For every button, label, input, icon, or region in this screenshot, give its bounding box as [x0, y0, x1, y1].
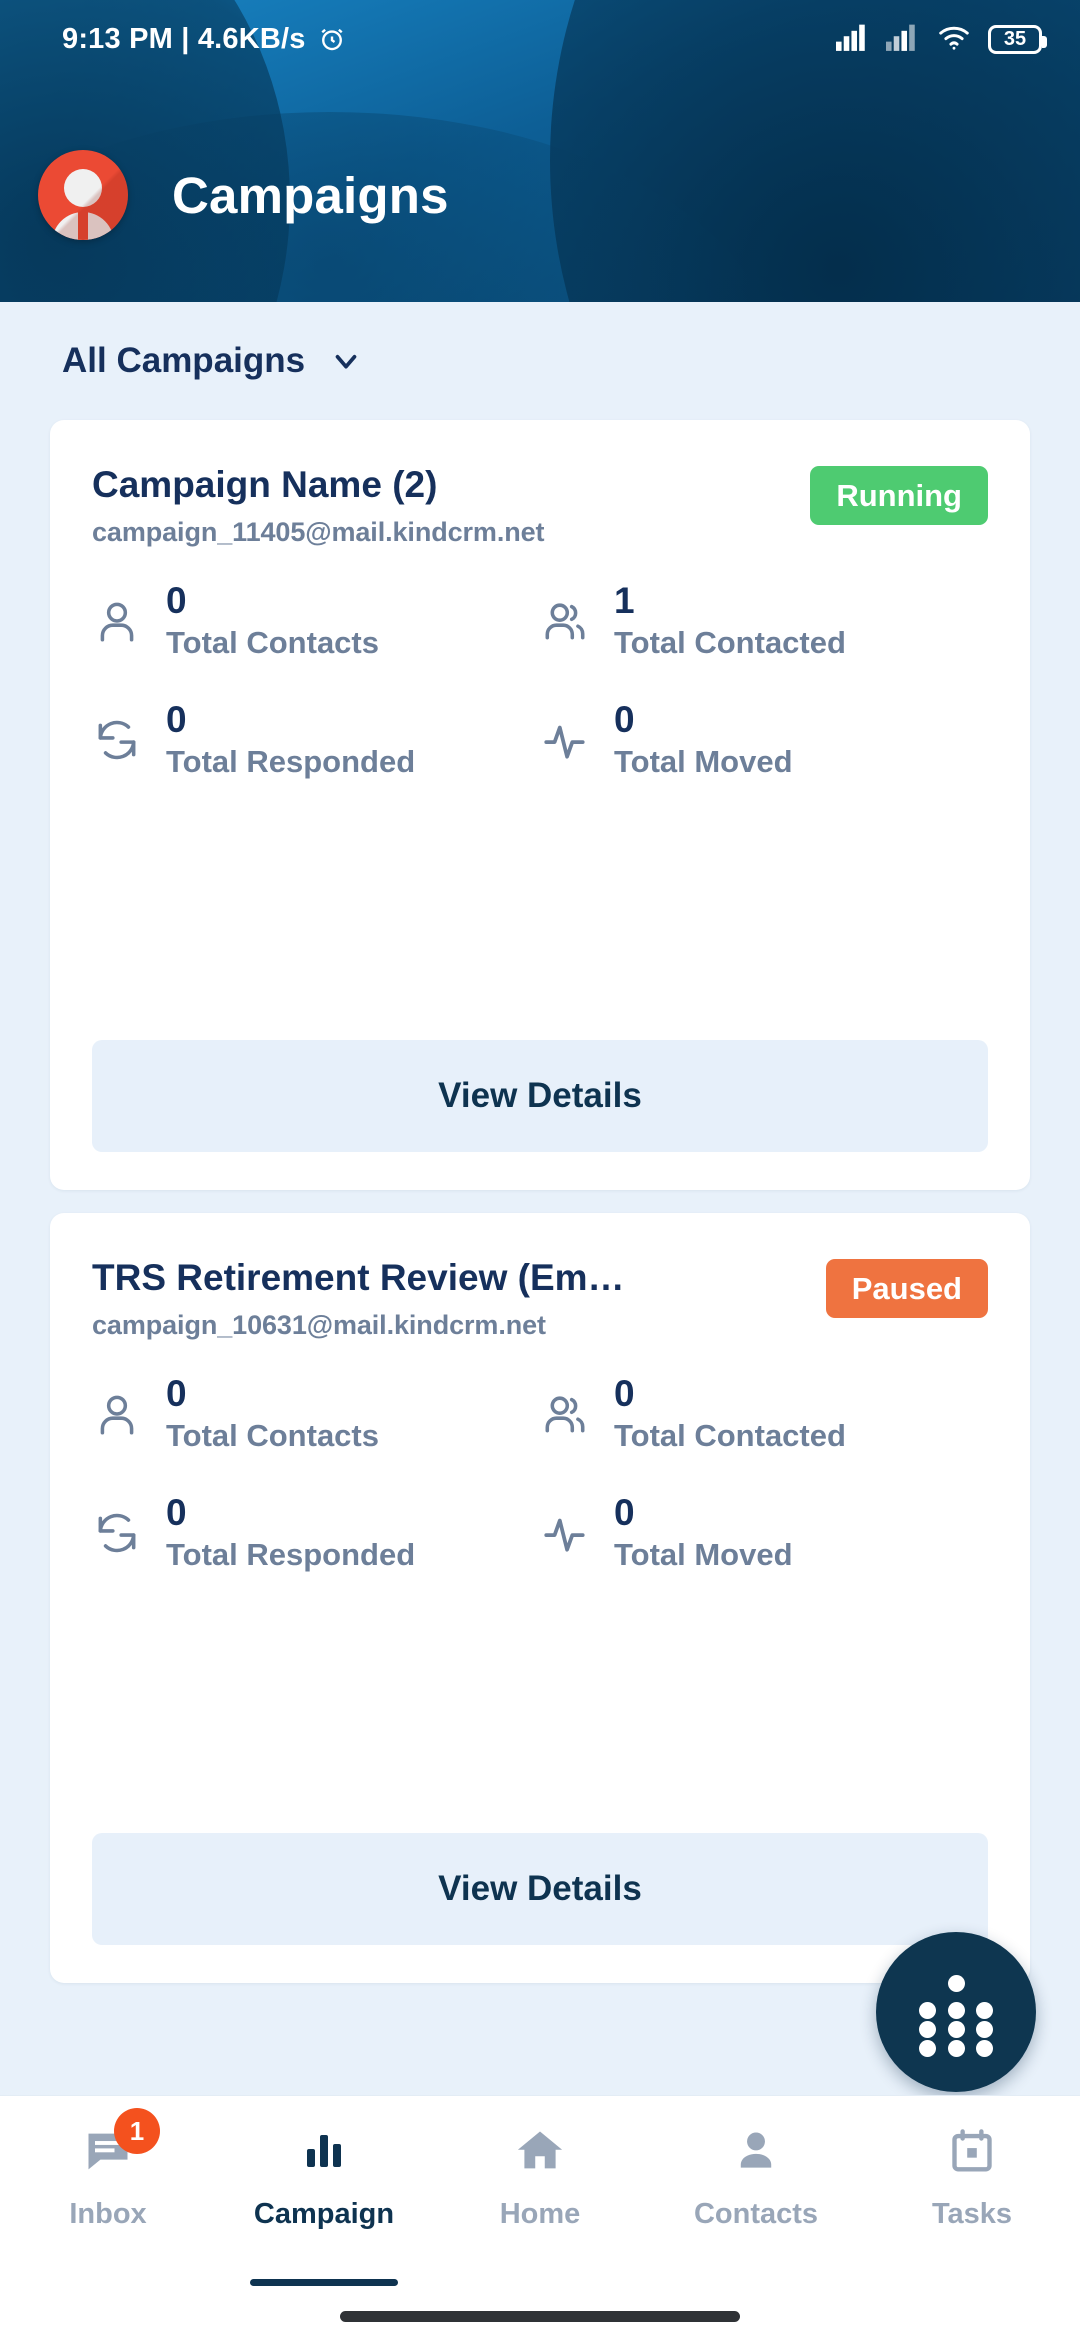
- user-avatar-icon[interactable]: [38, 150, 128, 240]
- campaign-name: Campaign Name (2): [92, 464, 438, 505]
- campaign-card-title-block: Campaign Name (2) campaign_11405@mail.ki…: [92, 464, 792, 548]
- campaign-filter-dropdown[interactable]: All Campaigns: [0, 302, 1080, 420]
- nav-item-tasks[interactable]: Tasks: [864, 2096, 1080, 2296]
- stat-total-responded: 0 Total Responded: [92, 699, 540, 780]
- wifi-icon: [936, 23, 972, 56]
- app-header: 9:13 PM | 4.6KB/s 35 Campaigns: [0, 0, 1080, 302]
- stat-label: Total Moved: [614, 744, 793, 780]
- person-icon: [731, 2122, 781, 2180]
- campaign-card-header: Campaign Name (2) campaign_11405@mail.ki…: [50, 420, 1030, 548]
- campaign-card-header: TRS Retirement Review (Em… campaign_1063…: [50, 1213, 1030, 1341]
- status-badge: Paused: [825, 1259, 988, 1318]
- status-bar-clock: 9:13 PM: [62, 22, 173, 55]
- stat-text-block: 0 Total Moved: [614, 1492, 793, 1573]
- stat-total-contacts: 0 Total Contacts: [92, 582, 540, 661]
- stat-total-moved: 0 Total Moved: [540, 699, 988, 780]
- refresh-icon: [92, 715, 150, 765]
- campaign-card[interactable]: Campaign Name (2) campaign_11405@mail.ki…: [50, 420, 1030, 1190]
- activity-icon: [540, 1508, 598, 1558]
- nav-active-indicator: [250, 2279, 398, 2286]
- stat-label: Total Contacts: [166, 1418, 379, 1454]
- nav-item-inbox[interactable]: 1 Inbox: [0, 2096, 216, 2296]
- campaign-email: campaign_10631@mail.kindcrm.net: [92, 1310, 546, 1341]
- status-bar-right: 35: [836, 23, 1047, 56]
- stat-total-responded: 0 Total Responded: [92, 1492, 540, 1573]
- avatar-shadow-overlay: [38, 150, 128, 240]
- stat-label: Total Contacted: [614, 1418, 846, 1454]
- nav-label-home: Home: [499, 2198, 581, 2230]
- nav-item-contacts[interactable]: Contacts: [648, 2096, 864, 2296]
- stat-text-block: 0 Total Moved: [614, 699, 793, 780]
- stat-text-block: 0 Total Contacted: [614, 1375, 846, 1454]
- stat-total-contacted: 0 Total Contacted: [540, 1375, 988, 1454]
- people-icon: [540, 1389, 598, 1439]
- stat-total-contacted: 1 Total Contacted: [540, 582, 988, 661]
- stat-value: 0: [614, 1373, 635, 1415]
- stat-value: 0: [166, 699, 187, 741]
- campaign-name: TRS Retirement Review (Em…: [92, 1257, 625, 1298]
- campaign-filter-label: All Campaigns: [62, 341, 306, 380]
- bar-chart-icon: [300, 2122, 348, 2180]
- stat-value: 0: [614, 699, 635, 741]
- stat-text-block: 0 Total Contacts: [166, 1375, 379, 1454]
- gesture-navigation-bar: [340, 2311, 740, 2322]
- status-bar-left: 9:13 PM | 4.6KB/s: [62, 23, 347, 56]
- battery-indicator: 35: [988, 24, 1047, 54]
- nav-item-campaign[interactable]: Campaign: [216, 2096, 432, 2296]
- people-icon: [540, 596, 598, 646]
- stat-value: 0: [166, 1373, 187, 1415]
- stat-text-block: 0 Total Contacts: [166, 582, 379, 661]
- home-icon: [514, 2122, 566, 2180]
- person-icon: [92, 596, 150, 646]
- alarm-clock-icon: [317, 24, 347, 54]
- activity-icon: [540, 715, 598, 765]
- chevron-down-icon[interactable]: [329, 344, 363, 378]
- view-details-button[interactable]: View Details: [92, 1833, 988, 1945]
- nav-item-home[interactable]: Home: [432, 2096, 648, 2296]
- calendar-icon: [947, 2122, 997, 2180]
- stat-label: Total Responded: [166, 744, 416, 780]
- stat-label: Total Contacts: [166, 625, 379, 661]
- cellular-signal-icon: [886, 23, 920, 56]
- campaign-card-title-block: TRS Retirement Review (Em… campaign_1063…: [92, 1257, 808, 1341]
- status-bar-network-speed: 4.6KB/s: [197, 22, 306, 55]
- nav-label-inbox: Inbox: [69, 2198, 147, 2230]
- page-title: Campaigns: [172, 166, 449, 224]
- bottom-navigation-bar: 1 Inbox Campaign Home Contacts Tasks: [0, 2095, 1080, 2340]
- stat-text-block: 0 Total Responded: [166, 1492, 416, 1573]
- campaign-stats-grid: 0 Total Contacts 0 Total Contacted 0 Tot…: [50, 1375, 1030, 1573]
- cellular-signal-icon: [836, 23, 870, 56]
- stat-value: 0: [166, 580, 187, 622]
- chat-message-icon: 1: [82, 2108, 160, 2180]
- stat-label: Total Moved: [614, 1537, 793, 1573]
- stat-total-contacts: 0 Total Contacts: [92, 1375, 540, 1454]
- campaign-stats-grid: 0 Total Contacts 1 Total Contacted 0 Tot…: [50, 582, 1030, 780]
- header-title-row: Campaigns: [0, 140, 1080, 250]
- stat-value: 1: [614, 580, 635, 622]
- stat-value: 0: [166, 1492, 187, 1534]
- stat-total-moved: 0 Total Moved: [540, 1492, 988, 1573]
- nav-label-tasks: Tasks: [931, 2198, 1013, 2230]
- stat-text-block: 1 Total Contacted: [614, 582, 846, 661]
- nav-label-campaign: Campaign: [253, 2198, 395, 2230]
- status-bar: 9:13 PM | 4.6KB/s 35: [0, 0, 1080, 78]
- refresh-icon: [92, 1508, 150, 1558]
- dial-pad-fab-button[interactable]: [876, 1932, 1036, 2092]
- status-bar-separator: |: [173, 22, 198, 55]
- campaign-card[interactable]: TRS Retirement Review (Em… campaign_1063…: [50, 1213, 1030, 1983]
- battery-level-text: 35: [1003, 28, 1027, 50]
- stat-label: Total Contacted: [614, 625, 846, 661]
- campaign-email: campaign_11405@mail.kindcrm.net: [92, 517, 545, 548]
- inbox-unread-badge: 1: [114, 2108, 160, 2154]
- stat-label: Total Responded: [166, 1537, 416, 1573]
- status-badge: Running: [810, 466, 988, 525]
- stat-text-block: 0 Total Responded: [166, 699, 416, 780]
- person-icon: [92, 1389, 150, 1439]
- view-details-button[interactable]: View Details: [92, 1040, 988, 1152]
- stat-value: 0: [614, 1492, 635, 1534]
- nav-label-contacts: Contacts: [693, 2198, 819, 2230]
- dot-grid-icon: [919, 1975, 993, 2057]
